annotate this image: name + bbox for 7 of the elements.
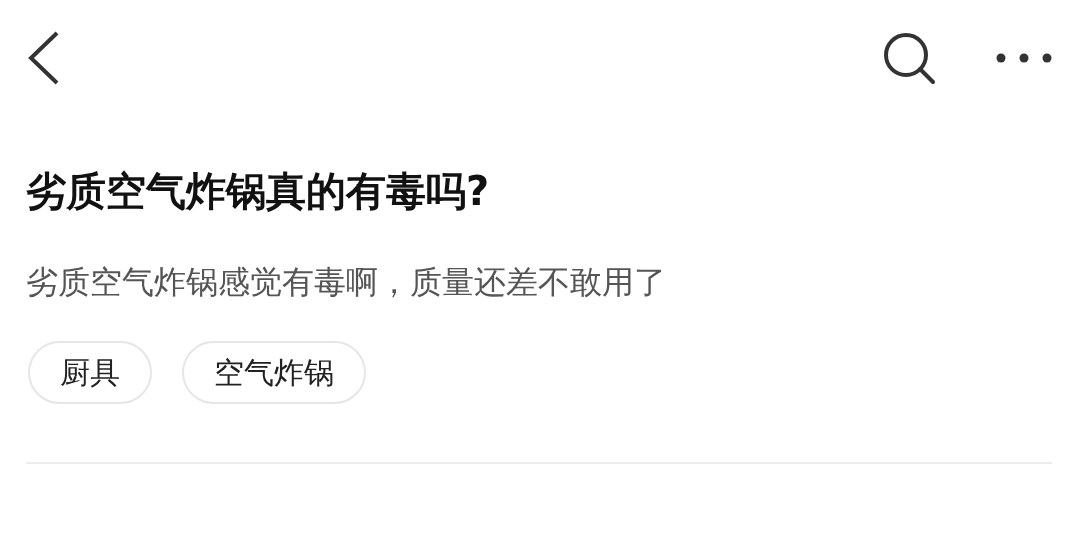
more-icon[interactable] [996,52,1052,63]
question-description: 劣质空气炸锅感觉有毒啊，质量还差不敢用了 [26,263,667,302]
question-title: 劣质空气炸锅真的有毒吗? [26,167,491,215]
topic-tag[interactable]: 空气炸锅 [182,341,366,405]
search-icon[interactable] [882,30,936,85]
topic-tag[interactable]: 厨具 [28,341,152,405]
back-icon[interactable] [28,30,60,85]
